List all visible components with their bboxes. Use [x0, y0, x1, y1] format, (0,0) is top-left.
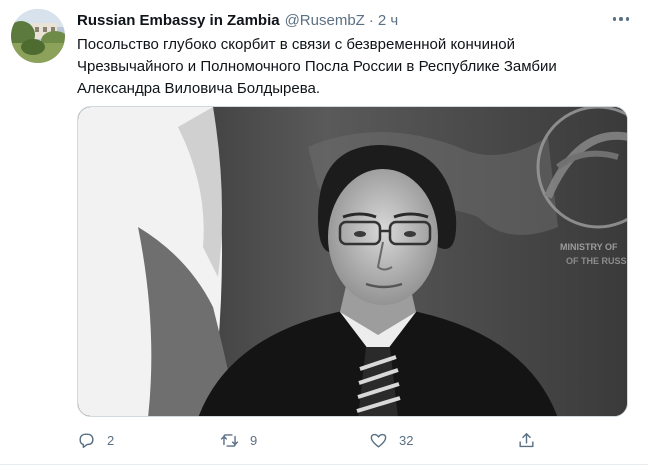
tweet-text-line: Посольство глубоко скорбит в связи с без… [77, 36, 515, 53]
tweet-photo[interactable]: MINISTRY OF OF THE RUSS [77, 106, 628, 417]
emblem-text-1: MINISTRY OF [560, 242, 618, 252]
avatar[interactable] [11, 9, 65, 63]
retweet-count: 9 [250, 432, 258, 448]
heart-icon [370, 433, 387, 448]
separator-dot: · [368, 12, 374, 29]
author-handle[interactable]: @RusembZ [285, 11, 365, 31]
retweet-button[interactable]: 9 [220, 426, 257, 454]
tweet[interactable]: Russian Embassy in Zambia @RusembZ · 2 ч… [0, 0, 648, 465]
more-options-button[interactable] [606, 7, 636, 31]
tweet-text: Посольство глубоко скорбит в связи с без… [77, 34, 637, 100]
emblem-text-2: OF THE RUSS [566, 256, 627, 266]
reply-button[interactable]: 2 [77, 426, 114, 454]
tweet-actions: 2 9 32 [77, 426, 547, 454]
tweet-header: Russian Embassy in Zambia @RusembZ · 2 ч [77, 11, 608, 31]
share-icon [519, 432, 534, 447]
retweet-icon [220, 433, 239, 447]
author-name[interactable]: Russian Embassy in Zambia [77, 11, 280, 31]
reply-count: 2 [107, 432, 115, 448]
reply-icon [79, 432, 94, 448]
like-count: 32 [399, 432, 414, 448]
tweet-text-line: Чрезвычайного и Полномочного Посла Росси… [77, 58, 557, 75]
share-button[interactable] [517, 426, 536, 454]
tweet-text-line: Александра Виловича Болдырева. [77, 80, 321, 97]
timestamp[interactable]: 2 ч [378, 11, 398, 31]
like-button[interactable]: 32 [369, 426, 413, 454]
more-horizontal-icon [612, 17, 630, 21]
